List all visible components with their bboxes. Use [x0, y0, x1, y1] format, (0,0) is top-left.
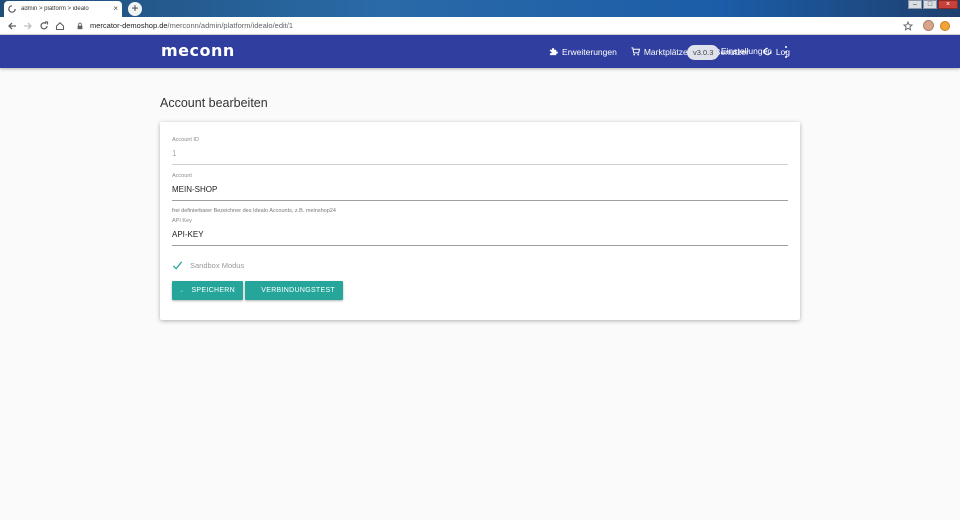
app-header: meconn Erweiterungen Marktplätze Benutze… [0, 35, 960, 68]
api-key-input[interactable]: API-KEY [172, 230, 788, 246]
arrow-left-icon [8, 22, 16, 29]
connection-test-button[interactable]: VERBINDUNGSTEST [245, 281, 343, 300]
browser-tabstrip: admin > platform > idealo × + – □ × [0, 0, 960, 17]
account-label: Account [172, 173, 192, 179]
loading-icon [8, 5, 16, 13]
account-id-label: Account ID [172, 137, 199, 143]
home-button[interactable] [54, 20, 66, 32]
save-button[interactable]: SPEICHERN [172, 281, 243, 300]
account-hint: frei definierbarer Bezeichner des Idealo… [172, 208, 336, 214]
window-controls: – □ × [907, 0, 958, 9]
tab-close-button[interactable]: × [113, 5, 118, 13]
account-field[interactable]: Account MEIN-SHOP [172, 173, 788, 201]
account-id-input[interactable]: 1 [172, 149, 788, 165]
account-id-field[interactable]: Account ID 1 [172, 137, 788, 165]
close-window-button[interactable]: × [938, 0, 958, 9]
more-vert-icon[interactable] [782, 46, 790, 58]
forward-button[interactable] [22, 20, 34, 32]
nav-label: Erweiterungen [562, 46, 617, 57]
maximize-button[interactable]: □ [923, 0, 937, 9]
extension-icon[interactable] [940, 20, 950, 31]
page-title: Account bearbeiten [160, 96, 268, 110]
cart-icon [631, 47, 640, 56]
url-path: /merconn/admin/platform/idealo/edit/1 [167, 21, 294, 30]
api-key-label: API Key [172, 218, 192, 224]
url-host: mercator-demoshop.de [90, 21, 168, 30]
home-icon [55, 21, 65, 30]
profile-avatar[interactable] [923, 20, 934, 31]
bookmark-star-icon[interactable] [903, 20, 913, 31]
reload-icon [40, 20, 49, 29]
sandbox-checkbox[interactable]: Sandbox Modus [172, 260, 244, 271]
check-icon [180, 289, 184, 292]
toolbar-actions [903, 20, 954, 31]
connection-test-label: VERBINDUNGSTEST [261, 287, 335, 294]
reload-button[interactable] [38, 20, 50, 32]
sandbox-label: Sandbox Modus [190, 261, 245, 270]
new-tab-button[interactable]: + [128, 2, 142, 16]
nav-item-marktplaetze[interactable]: Marktplätze [631, 47, 688, 57]
arrow-right-icon [24, 22, 32, 29]
minimize-button[interactable]: – [908, 0, 922, 9]
app-logo[interactable]: meconn [161, 41, 235, 60]
address-bar[interactable]: mercator-demoshop.de/merconn/admin/platf… [76, 19, 903, 33]
back-button[interactable] [6, 20, 18, 32]
lock-icon [77, 22, 83, 29]
nav-label: Marktplätze [643, 46, 688, 57]
puzzle-icon [549, 48, 558, 56]
nav-item-einstellungen[interactable]: Einstellungen [721, 35, 772, 68]
browser-toolbar: mercator-demoshop.de/merconn/admin/platf… [0, 17, 960, 35]
account-input[interactable]: MEIN-SHOP [172, 185, 788, 201]
api-key-field[interactable]: API Key API-KEY [172, 218, 788, 246]
account-form-card: Account ID 1 Account MEIN-SHOP frei defi… [160, 122, 800, 320]
nav-item-erweiterungen[interactable]: Erweiterungen [549, 47, 617, 57]
version-badge: v3.0.3 [687, 45, 720, 60]
save-button-label: SPEICHERN [191, 287, 235, 294]
tab-title: admin > platform > idealo [21, 6, 89, 12]
checkmark-icon[interactable] [172, 260, 183, 271]
browser-tab[interactable]: admin > platform > idealo × [4, 1, 122, 17]
